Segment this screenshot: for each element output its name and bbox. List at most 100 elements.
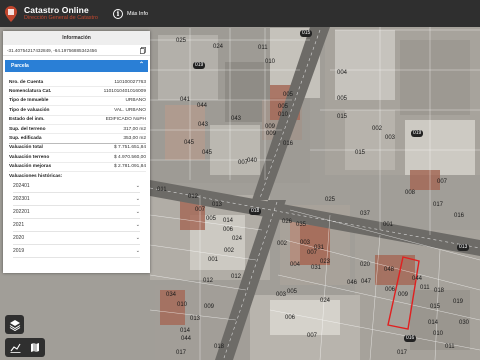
parcel-label: 004: [337, 70, 348, 76]
attribute-row: Valuación mejoras $ 2.781.091,84: [9, 163, 146, 172]
attribute-value: VAL. URBANO: [114, 107, 146, 113]
more-info-button[interactable]: i Más Info: [112, 8, 149, 19]
attribute-key: Valuación mejoras: [9, 164, 52, 170]
coordinates-text: -31.40754217432849, -64.19756885342456: [7, 47, 97, 53]
copy-icon[interactable]: [140, 47, 146, 54]
parcel-label: 018: [214, 344, 225, 350]
parcel-label: 006: [285, 315, 296, 321]
attribute-value: $ 7.751.651,84: [113, 145, 146, 151]
attribute-row: Valuación terreno $ 4.970.560,00: [9, 153, 146, 163]
attribute-row: Tipo de valuación VAL. URBANO: [9, 106, 146, 116]
parcel-label: 011: [258, 45, 268, 51]
block-label: 016: [404, 335, 417, 342]
block-label: 019: [411, 130, 424, 137]
parcel-label: 024: [320, 298, 331, 304]
parcel-label: 046: [347, 280, 358, 286]
layers-button[interactable]: [5, 315, 24, 334]
parcel-label: 044: [197, 103, 208, 109]
parcel-label: 024: [232, 236, 243, 242]
history-item[interactable]: 2019 ⌄: [13, 245, 140, 258]
parcel-label: 005: [278, 104, 289, 110]
parcel-label: 001: [208, 257, 219, 263]
parcel-label: 017: [176, 350, 187, 356]
parcel-label: 010: [278, 112, 289, 118]
parcel-label: 013: [190, 316, 201, 322]
parcel-label: 018: [434, 288, 445, 294]
chevron-up-icon: ⌃: [138, 62, 144, 68]
parcel-label: 014: [180, 328, 191, 334]
attribute-key: Estado del inm.: [9, 117, 45, 123]
panel-header: Información: [3, 31, 150, 45]
parcel-label: 015: [430, 304, 441, 310]
history-item[interactable]: 202401 ⌄: [13, 180, 140, 193]
layers-icon: [9, 319, 20, 331]
attribute-row: Estado del inm. EDIFICADO NoPH: [9, 116, 146, 125]
parcel-label: 005: [287, 289, 298, 295]
attribute-value: 110101040101600​9: [103, 89, 146, 95]
history-year: 2019: [13, 247, 25, 254]
history-year: 2021: [13, 221, 25, 228]
parcel-label: 024: [213, 44, 224, 50]
map-tools: [5, 338, 45, 357]
parcela-section-toggle[interactable]: Parcela ⌃: [5, 60, 148, 72]
parcel-label: 011: [157, 187, 167, 193]
parcel-label: 001: [383, 222, 394, 228]
parcel-label: 009: [204, 304, 215, 310]
more-info-label: Más Info: [126, 10, 149, 17]
history-year: 202201: [13, 208, 30, 215]
attribute-value: 110100027763: [114, 79, 146, 85]
panel-title: Información: [62, 35, 91, 41]
parcel-label: 019: [453, 299, 464, 305]
parcel-label: 010: [177, 302, 188, 308]
parcel-label: 017: [397, 350, 408, 356]
app-title: Catastro Online: [24, 4, 89, 15]
map-book-icon[interactable]: [30, 342, 40, 353]
history-title: Valuaciones históricas:: [9, 173, 63, 179]
parcel-label: 011: [445, 344, 455, 350]
attribute-value: URBANO: [125, 98, 146, 104]
parcel-label: 013: [212, 202, 223, 208]
parcel-label: 034: [166, 292, 177, 298]
parcel-label: 007: [307, 333, 318, 339]
history-item[interactable]: 202301 ⌄: [13, 193, 140, 206]
attribute-row: Sup. edificada 353,00 m2: [9, 134, 146, 144]
parcel-label: 025: [176, 38, 187, 44]
parcel-label: 037: [360, 211, 371, 217]
parcel-label: 044: [412, 276, 423, 282]
history-year: 202301: [13, 195, 30, 202]
chevron-down-icon: ⌄: [135, 234, 140, 241]
parcel-label: 047: [361, 279, 372, 285]
parcel-label: 002: [372, 126, 383, 132]
parcel-label: 008: [405, 190, 416, 196]
chevron-down-icon: ⌄: [135, 247, 140, 254]
parcel-label: 011: [420, 285, 430, 291]
parcel-label: 041: [180, 97, 191, 103]
parcel-label: 007: [437, 179, 448, 185]
parcel-label: 015: [337, 114, 348, 120]
parcel-label: 002: [277, 241, 288, 247]
parcel-label: 031: [311, 265, 322, 271]
attribute-value: $ 2.781.091,84: [113, 164, 146, 170]
parcel-label: 017: [433, 202, 444, 208]
measure-icon[interactable]: [10, 343, 21, 353]
parcel-label: 007: [195, 207, 206, 213]
parcel-label: 044: [181, 336, 192, 342]
parcel-label: 004: [290, 262, 301, 268]
parcel-label: 043: [198, 122, 209, 128]
history-year: 202401: [13, 182, 30, 189]
parcel-label: 012: [231, 274, 242, 280]
parcel-label: 020: [360, 262, 371, 268]
parcel-label: 012: [188, 194, 199, 200]
attribute-key: Sup. del terreno: [9, 126, 46, 132]
parcel-label: 003: [276, 292, 287, 298]
block-label: 019: [193, 62, 206, 69]
history-item[interactable]: 202201 ⌄: [13, 206, 140, 219]
history-item[interactable]: 2020 ⌄: [13, 232, 140, 245]
parcel-label: 016: [283, 141, 294, 147]
attribute-row: Valuación total $ 7.751.651,84: [9, 144, 146, 154]
history-item[interactable]: 2021 ⌄: [13, 219, 140, 232]
block-label: 013: [457, 244, 470, 251]
parcel-label: 040: [247, 158, 258, 164]
parcel-label: 009: [398, 292, 409, 298]
attribute-key: Tipo de Inmueble: [9, 98, 49, 104]
